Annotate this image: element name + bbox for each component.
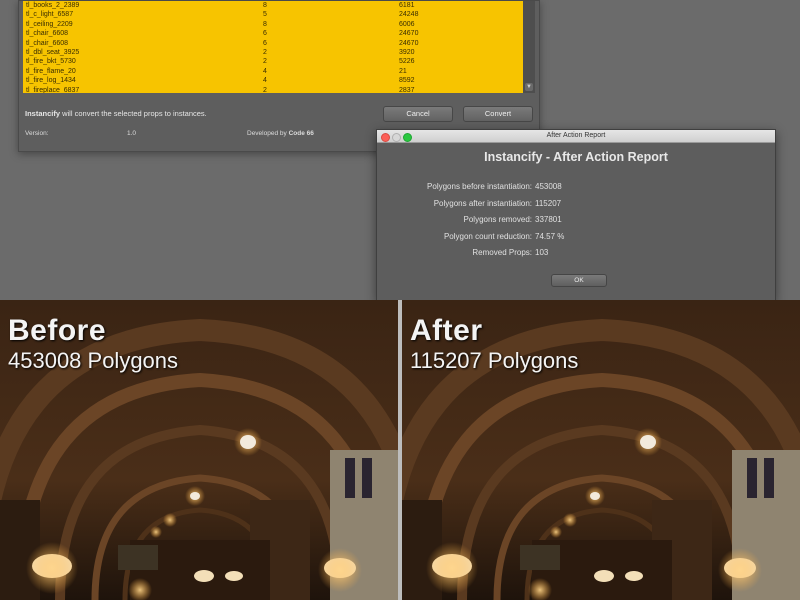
prop-polygons: 6006 xyxy=(399,20,415,28)
prop-polygons: 24670 xyxy=(399,30,419,38)
prop-polygons: 8592 xyxy=(399,77,415,85)
after-title: After xyxy=(410,314,483,347)
prop-count: 4 xyxy=(263,67,267,75)
prop-polygons: 6181 xyxy=(399,2,415,9)
prop-name: tl_c_light_6587 xyxy=(26,11,74,19)
developer-credit: Developed by Code 66 xyxy=(247,130,314,137)
prop-polygons: 5226 xyxy=(399,58,415,66)
table-row[interactable]: tl_books_2_2389 8 6181 xyxy=(23,1,535,10)
before-polygon-count: 453008 Polygons xyxy=(8,348,179,373)
prop-polygons: 21 xyxy=(399,67,407,75)
prop-polygons: 24670 xyxy=(399,39,419,47)
before-title: Before xyxy=(8,314,107,347)
table-row[interactable]: tl_fireplace_6837 2 2837 xyxy=(23,86,535,93)
stat-label: Polygons removed: xyxy=(463,215,532,224)
stat-value: 115207 xyxy=(535,199,562,208)
version-label: Version: xyxy=(25,130,49,137)
stat-row: Polygon count reduction: 74.57 % xyxy=(377,232,775,244)
stat-label: Removed Props: xyxy=(472,248,532,257)
window-titlebar[interactable]: After Action Report xyxy=(377,130,775,143)
table-row[interactable]: tl_fire_log_1434 4 8592 xyxy=(23,76,535,85)
stat-value: 453008 xyxy=(535,182,562,191)
prop-name: tl_fireplace_6837 xyxy=(26,86,80,93)
stat-row: Removed Props: 103 xyxy=(377,248,775,260)
after-polygon-count: 115207 Polygons xyxy=(410,348,579,373)
table-row[interactable]: tl_fire_flame_20 4 21 xyxy=(23,67,535,76)
prop-name: tl_fire_log_1434 xyxy=(26,77,76,85)
prop-list[interactable]: tl_books_2_2389 8 6181 tl_c_light_6587 5 242… xyxy=(23,1,535,93)
prop-count: 8 xyxy=(263,20,267,28)
table-row[interactable]: tl_chair_6608 6 24670 xyxy=(23,29,535,38)
prop-count: 6 xyxy=(263,30,267,38)
prop-polygons: 2837 xyxy=(399,86,415,93)
stat-value: 103 xyxy=(535,248,549,257)
prop-count: 2 xyxy=(263,58,267,66)
prop-count: 4 xyxy=(263,77,267,85)
stat-label: Polygon count reduction: xyxy=(443,232,532,241)
prop-name: tl_chair_6608 xyxy=(26,39,69,47)
table-row[interactable]: tl_fire_bkt_5730 2 5226 xyxy=(23,57,535,66)
stat-label: Polygons before instantiation: xyxy=(427,182,532,191)
prop-name: tl_dbl_seat_3925 xyxy=(26,48,80,56)
list-scrollbar[interactable]: ▼ xyxy=(523,1,535,93)
prop-polygons: 24248 xyxy=(399,11,419,19)
table-row[interactable]: tl_ceiling_2209 8 6006 xyxy=(23,20,535,29)
table-row[interactable]: tl_c_light_6587 5 24248 xyxy=(23,10,535,19)
message-brand: Instancify xyxy=(25,109,61,118)
prop-name: tl_fire_bkt_5730 xyxy=(26,58,76,66)
prop-name: tl_fire_flame_20 xyxy=(26,67,76,75)
stat-value: 337801 xyxy=(535,215,562,224)
stat-row: Polygons removed: 337801 xyxy=(377,215,775,227)
window-title: After Action Report xyxy=(546,132,606,139)
prop-polygons: 3920 xyxy=(399,48,415,56)
report-heading: Instancify - After Action Report xyxy=(484,150,668,164)
prop-count: 6 xyxy=(263,39,267,47)
developed-prefix: Developed by xyxy=(247,130,289,137)
message-text: will convert the selected props to insta… xyxy=(60,109,207,118)
prop-name: tl_books_2_2389 xyxy=(26,2,80,9)
after-render-panel: After 115207 Polygons xyxy=(402,300,800,600)
stat-value: 74.57 % xyxy=(535,232,565,241)
stat-row: Polygons before instantiation: 453008 xyxy=(377,182,775,194)
stat-label: Polygons after instantiation: xyxy=(433,199,532,208)
prop-count: 2 xyxy=(263,86,267,93)
ok-button[interactable]: OK xyxy=(551,274,607,287)
stat-row: Polygons after instantiation: 115207 xyxy=(377,199,775,211)
developer-name: Code 66 xyxy=(288,130,314,137)
convert-button[interactable]: Convert xyxy=(463,106,533,122)
version-value: 1.0 xyxy=(127,130,137,137)
prop-name: tl_chair_6608 xyxy=(26,30,69,38)
table-row[interactable]: tl_dbl_seat_3925 2 3920 xyxy=(23,48,535,57)
prop-count: 8 xyxy=(263,2,267,9)
prop-name: tl_ceiling_2209 xyxy=(26,20,73,28)
prop-count: 2 xyxy=(263,48,267,56)
prop-count: 5 xyxy=(263,11,267,19)
table-row[interactable]: tl_chair_6608 6 24670 xyxy=(23,39,535,48)
before-render-panel: Before 453008 Polygons xyxy=(0,300,398,600)
scroll-down-icon[interactable]: ▼ xyxy=(525,83,533,91)
instancify-message: Instancify will convert the selected pro… xyxy=(25,109,207,118)
after-action-report-window: After Action Report Instancify - After A… xyxy=(376,129,776,301)
cancel-button[interactable]: Cancel xyxy=(383,106,453,122)
